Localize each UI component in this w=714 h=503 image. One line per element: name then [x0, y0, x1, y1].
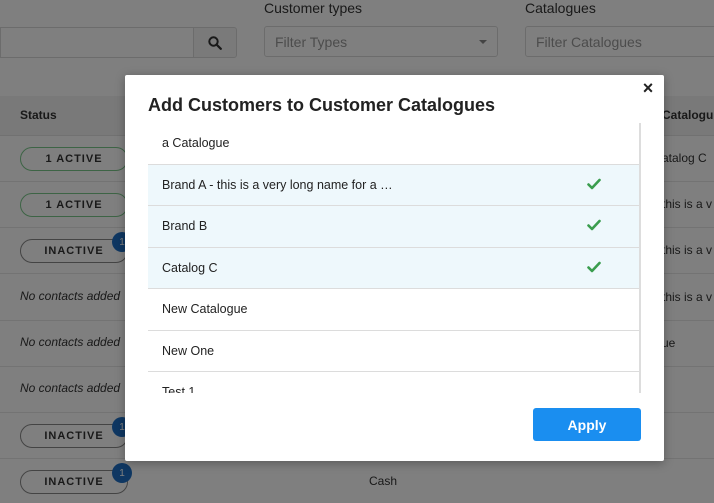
catalogue-option-label: Brand A - this is a very long name for a… [162, 177, 393, 192]
catalogue-option[interactable]: New One [148, 331, 639, 372]
catalogue-option-label: Test 1 [162, 385, 196, 393]
catalogue-option-label: New Catalogue [162, 302, 248, 317]
checkmark-icon [587, 261, 601, 272]
checkmark-icon [587, 219, 601, 231]
modal-title: Add Customers to Customer Catalogues [148, 95, 496, 115]
catalogue-option[interactable]: Brand A - this is a very long name for a… [148, 164, 639, 206]
catalogue-option-label: New One [162, 343, 215, 358]
catalogue-option[interactable]: Brand B [148, 206, 639, 248]
catalogue-option[interactable]: New Catalogue [148, 289, 639, 331]
catalogue-option-label: a Catalogue [162, 136, 230, 151]
catalogue-option-label: Catalog C [162, 260, 218, 275]
catalogue-list[interactable]: a Catalogue Brand A - this is a very long… [148, 123, 641, 393]
close-icon[interactable]: × [640, 79, 656, 97]
catalogue-option[interactable]: a Catalogue [148, 123, 639, 165]
add-to-catalogues-modal: Add Customers to Customer Catalogues × a… [125, 75, 664, 461]
catalogue-option[interactable]: Test 1 [148, 372, 639, 393]
catalogue-option-label: Brand B [162, 219, 208, 234]
apply-button[interactable]: Apply [533, 408, 641, 441]
catalogue-option[interactable]: Catalog C [148, 247, 639, 289]
checkmark-icon [587, 178, 601, 189]
